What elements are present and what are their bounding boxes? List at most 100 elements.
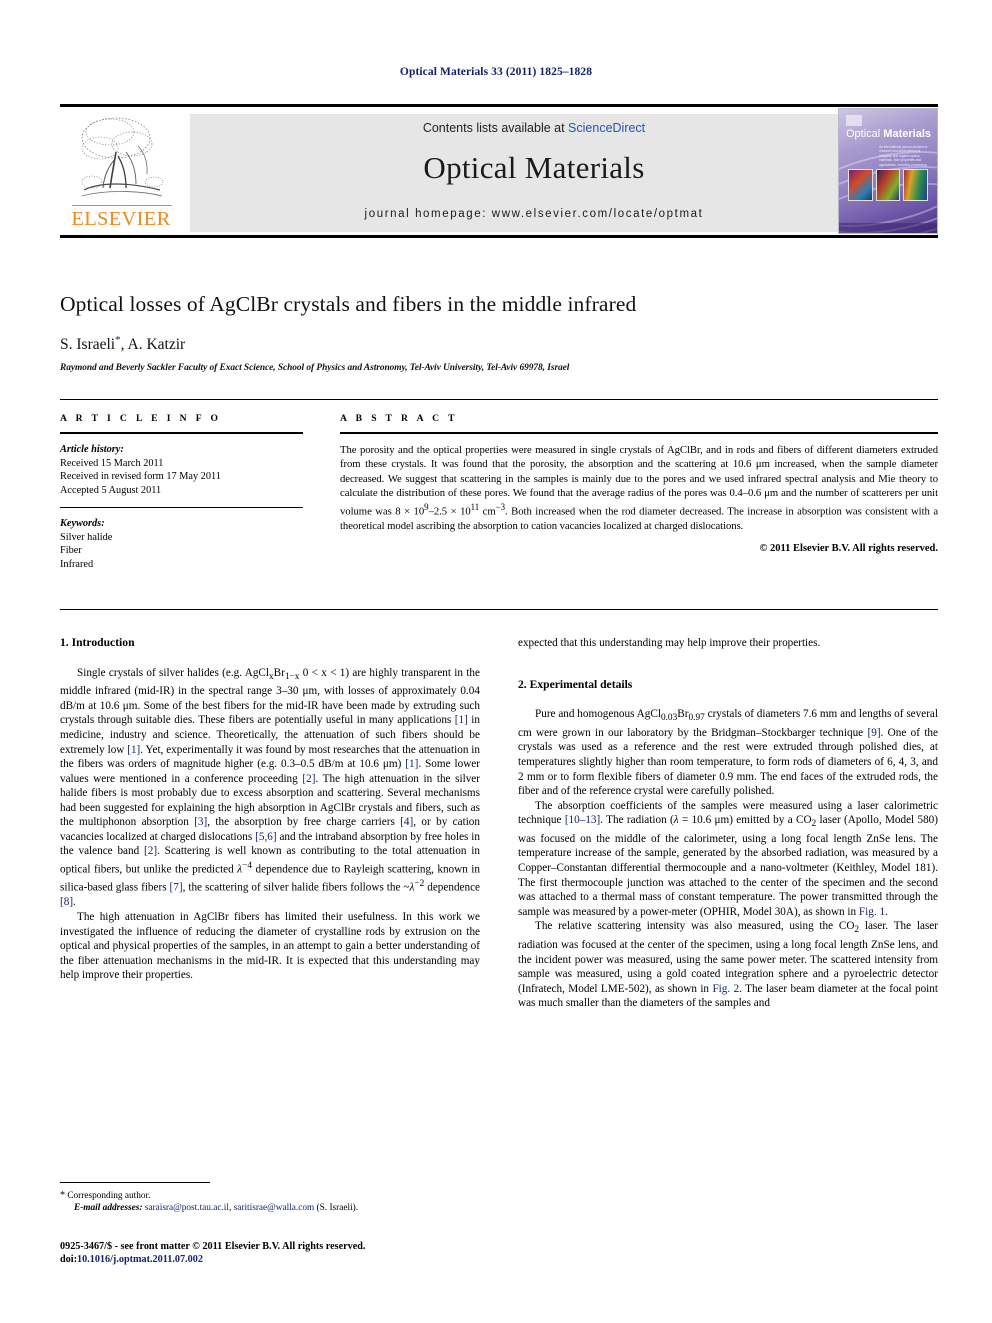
email-label: E-mail addresses: bbox=[74, 1203, 143, 1214]
journal-cover-thumbnail: Optical Materials An international journ… bbox=[838, 108, 938, 234]
body-seg: . bbox=[73, 896, 76, 909]
elsevier-wordmark: ELSEVIER bbox=[71, 208, 171, 230]
author-name-rest: , A. Katzir bbox=[120, 336, 186, 354]
citation-ref-1[interactable]: [1] bbox=[405, 758, 418, 770]
affiliation: Raymond and Beverly Sackler Faculty of E… bbox=[60, 363, 570, 374]
contents-prefix: Contents lists available at bbox=[422, 121, 569, 135]
citation-ref-3[interactable]: [3] bbox=[194, 816, 207, 828]
cover-title-bold: Materials bbox=[883, 128, 931, 140]
abstract-text: The porosity and the optical properties … bbox=[340, 444, 939, 533]
abstract-exponent: −3 bbox=[495, 502, 506, 513]
elsevier-logo-rule bbox=[72, 205, 172, 206]
body-column-left: 1. Introduction Single crystals of silve… bbox=[60, 636, 480, 983]
experimental-paragraph-1: Pure and homogenous AgCl0.03Br0.97 cryst… bbox=[518, 707, 938, 799]
body-seg: . The radiation ( bbox=[600, 814, 674, 827]
section-heading-experimental: 2. Experimental details bbox=[518, 677, 633, 691]
footnote-block: * Corresponding author. E-mail addresses… bbox=[60, 1190, 480, 1215]
article-history-item: Accepted 5 August 2011 bbox=[60, 484, 162, 496]
figure-ref-2[interactable]: Fig. 2 bbox=[712, 983, 739, 995]
citation-ref-5-6[interactable]: [5,6] bbox=[255, 831, 276, 843]
body-seg: . bbox=[885, 905, 888, 918]
cover-footer-band bbox=[839, 223, 937, 233]
issn-copyright-line: 0925-3467/$ - see front matter © 2011 El… bbox=[60, 1241, 366, 1252]
journal-title: Optical Materials bbox=[423, 150, 645, 185]
article-history-item: Received in revised form 17 May 2011 bbox=[60, 471, 221, 482]
body-seg: Single crystals of silver halides (e.g. … bbox=[77, 666, 269, 679]
journal-masthead: ELSEVIER Contents lists available at Sci… bbox=[60, 104, 938, 238]
running-head: Optical Materials 33 (2011) 1825–1828 bbox=[399, 66, 593, 78]
lambda-exponent: −4 bbox=[242, 860, 253, 871]
abstract-heading-rule bbox=[340, 432, 938, 434]
abstract-seg: cm bbox=[479, 505, 496, 518]
cover-tile bbox=[903, 169, 929, 201]
body-seg: dependence bbox=[424, 881, 481, 894]
corresponding-author-note: * Corresponding author. bbox=[60, 1190, 480, 1202]
cover-tile bbox=[875, 169, 901, 201]
body-seg: , the scattering of silver halide fibers… bbox=[182, 881, 410, 894]
email-link-1[interactable]: saraisra@post.tau.ac.il bbox=[145, 1203, 229, 1213]
body-seg: m) emitted by a CO bbox=[720, 814, 812, 827]
cover-tile bbox=[848, 169, 873, 201]
body-seg: The relative scattering intensity was al… bbox=[535, 920, 855, 933]
cover-title-light: Optical bbox=[846, 128, 884, 140]
body-seg: Pure and homogenous AgCl bbox=[535, 708, 661, 721]
body-seg: , the absorption by free charge carriers bbox=[207, 816, 401, 829]
cover-image-tiles bbox=[848, 169, 929, 201]
intro-paragraph-2: The high attenuation in AgClBr fibers ha… bbox=[60, 911, 480, 982]
body-seg: m. Some of the best fibers for the mid-I… bbox=[60, 699, 480, 727]
lambda-exponent: −2 bbox=[414, 879, 425, 890]
experimental-paragraph-2: The absorption coefficients of the sampl… bbox=[518, 799, 938, 918]
cover-title: Optical Materials bbox=[846, 128, 931, 140]
abstract-block: A B S T R A C T The porosity and the opt… bbox=[340, 413, 938, 554]
abstract-heading: A B S T R A C T bbox=[340, 413, 458, 424]
footnote-rule bbox=[60, 1182, 210, 1183]
keyword-item: Fiber bbox=[60, 545, 82, 556]
body-sub: 1−x bbox=[284, 671, 300, 682]
contents-available-line: Contents lists available at ScienceDirec… bbox=[190, 121, 878, 135]
article-history-group: Article history: Received 15 March 2011 … bbox=[60, 443, 303, 497]
elsevier-tree-icon bbox=[81, 117, 164, 197]
keywords-group: Keywords: Silver halide Fiber Infrared bbox=[60, 517, 303, 571]
citation-ref-7[interactable]: [7] bbox=[170, 882, 183, 894]
citation-ref-9[interactable]: [9] bbox=[868, 727, 881, 739]
cover-subtitle: An international journal devoted to rese… bbox=[879, 145, 928, 167]
journal-homepage-link[interactable]: journal homepage: www.elsevier.com/locat… bbox=[190, 208, 878, 220]
body-column-right: expected that this understanding may hel… bbox=[518, 636, 938, 1011]
email-owner: (S. Israeli). bbox=[314, 1203, 359, 1214]
citation-ref-8[interactable]: [8] bbox=[60, 896, 73, 908]
body-seg: laser (Apollo, Model 580) was focused on… bbox=[518, 814, 938, 918]
abstract-seg: –2.5 × 10 bbox=[428, 505, 471, 518]
paper-page: Optical Materials 33 (2011) 1825–1828 EL… bbox=[0, 0, 992, 1323]
author-list: S. Israeli*, A. Katzir bbox=[60, 334, 938, 354]
email-note: E-mail addresses: saraisra@post.tau.ac.i… bbox=[60, 1202, 480, 1214]
corresponding-text: Corresponding author. bbox=[65, 1191, 151, 1201]
citation-ref-1[interactable]: [1] bbox=[127, 744, 140, 756]
keywords-label: Keywords: bbox=[60, 518, 105, 529]
keyword-item: Infrared bbox=[60, 558, 94, 570]
page-title: Optical losses of AgClBr crystals and fi… bbox=[60, 292, 637, 316]
email-link-2[interactable]: saritisrae@walla.com bbox=[234, 1203, 315, 1213]
citation-ref-2[interactable]: [2] bbox=[144, 845, 157, 857]
citation-ref-10-13[interactable]: [10–13] bbox=[565, 814, 600, 826]
citation-ref-1[interactable]: [1] bbox=[455, 714, 468, 726]
title-block: Optical losses of AgClBr crystals and fi… bbox=[60, 292, 938, 373]
article-info-heading: A R T I C L E I N F O bbox=[60, 413, 222, 424]
citation-ref-2[interactable]: [2] bbox=[302, 773, 315, 785]
body-seg: m) bbox=[388, 758, 406, 771]
doi-label: doi: bbox=[60, 1254, 77, 1266]
masthead-rule-top bbox=[60, 104, 938, 107]
experimental-paragraph-3: The relative scattering intensity was al… bbox=[518, 919, 938, 1011]
citation-ref-4[interactable]: [4] bbox=[400, 816, 413, 828]
body-seg: = 10.6 bbox=[678, 814, 715, 827]
info-rule-top bbox=[60, 399, 938, 400]
keyword-item: Silver halide bbox=[60, 531, 113, 543]
intro-continuation: expected that this understanding may hel… bbox=[518, 637, 821, 649]
sciencedirect-link[interactable]: ScienceDirect bbox=[568, 121, 645, 135]
doi-link[interactable]: 10.1016/j.optmat.2011.07.002 bbox=[77, 1254, 203, 1265]
article-history-item: Received 15 March 2011 bbox=[60, 457, 164, 469]
article-info-separator bbox=[60, 507, 303, 508]
author-name: S. Israeli bbox=[60, 336, 116, 354]
article-history-label: Article history: bbox=[60, 444, 124, 455]
figure-ref-1[interactable]: Fig. 1 bbox=[859, 906, 885, 918]
body-sub: 0.97 bbox=[688, 713, 705, 724]
